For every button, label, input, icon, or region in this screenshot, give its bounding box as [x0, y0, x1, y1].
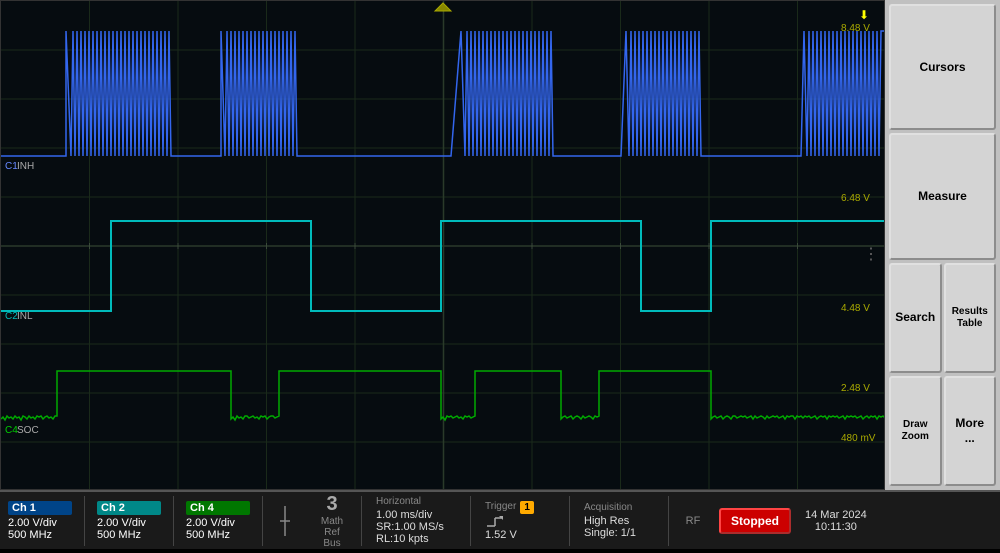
- horizontal-title: Horizontal: [376, 496, 456, 507]
- divider-4: [361, 496, 362, 546]
- svg-text:INH: INH: [17, 161, 34, 172]
- ch4-volts: 2.00 V/div: [186, 517, 250, 529]
- svg-text:480 mV: 480 mV: [841, 433, 876, 444]
- acquisition-section: Acquisition High Res Single: 1/1: [574, 500, 664, 541]
- more-button[interactable]: More ...: [944, 376, 997, 486]
- time-div: 1.00 ms/div: [376, 509, 456, 521]
- svg-text:4.48 V: 4.48 V: [841, 303, 870, 314]
- svg-text:2.48 V: 2.48 V: [841, 383, 870, 394]
- divider-2: [173, 496, 174, 546]
- svg-text:⋮: ⋮: [863, 246, 879, 263]
- ch1-indicator: Ch 1 2.00 V/div 500 MHz: [0, 497, 80, 545]
- ch4-indicator: Ch 4 2.00 V/div 500 MHz: [178, 497, 258, 545]
- ch1-label: Ch 1: [8, 501, 72, 515]
- right-panel: Cursors Measure Search ResultsTable Draw…: [885, 0, 1000, 490]
- draw-zoom-button[interactable]: DrawZoom: [889, 376, 942, 486]
- measure-button[interactable]: Measure: [889, 133, 996, 259]
- bus-label: Bus: [323, 538, 340, 549]
- divider-3: [262, 496, 263, 546]
- acquisition-mode: High Res: [584, 515, 654, 527]
- divider-5: [470, 496, 471, 546]
- scope-display: C1 INH C2 INL C4 SOC 8.48 V 6.48 V 4.48 …: [0, 0, 885, 490]
- search-button[interactable]: Search: [889, 263, 942, 373]
- math-label: Math: [321, 516, 343, 527]
- datetime-box: 14 Mar 2024 10:11:30: [797, 507, 875, 535]
- ch2-label: Ch 2: [97, 501, 161, 515]
- svg-text:INL: INL: [17, 311, 33, 322]
- acquisition-title: Acquisition: [584, 502, 654, 513]
- trigger-section: Trigger 1 1.52 V: [475, 499, 565, 543]
- record-length: RL:10 kpts: [376, 533, 456, 545]
- ch1-volts: 2.00 V/div: [8, 517, 72, 529]
- ch1-sample-rate: 500 MHz: [8, 529, 72, 541]
- ch2-sample-rate: 500 MHz: [97, 529, 161, 541]
- cursors-button[interactable]: Cursors: [889, 4, 996, 130]
- ref-label: Ref: [324, 527, 340, 538]
- horizontal-section: Horizontal 1.00 ms/div SR:1.00 MS/s RL:1…: [366, 494, 466, 547]
- ch4-sample-rate: 500 MHz: [186, 529, 250, 541]
- bottom-bar: Ch 1 2.00 V/div 500 MHz Ch 2 2.00 V/div …: [0, 490, 1000, 549]
- svg-text:6.48 V: 6.48 V: [841, 193, 870, 204]
- number-3: 3: [326, 493, 337, 516]
- rf-label: RF: [686, 515, 701, 527]
- stopped-button[interactable]: Stopped: [719, 508, 791, 534]
- sample-rate: SR:1.00 MS/s: [376, 521, 456, 533]
- math-ref-bus: 3 Math Ref Bus: [307, 489, 357, 553]
- divider-6: [569, 496, 570, 546]
- svg-text:⬇: ⬇: [859, 8, 869, 22]
- acquisition-type: Single: 1/1: [584, 527, 654, 539]
- trigger-voltage: 1.52 V: [485, 529, 555, 541]
- ch4-label: Ch 4: [186, 501, 250, 515]
- trigger-channel: 1: [520, 501, 534, 514]
- results-table-button[interactable]: ResultsTable: [944, 263, 997, 373]
- ch2-volts: 2.00 V/div: [97, 517, 161, 529]
- ch2-indicator: Ch 2 2.00 V/div 500 MHz: [89, 497, 169, 545]
- date-label: 14 Mar 2024: [805, 509, 867, 521]
- svg-text:SOC: SOC: [17, 425, 39, 436]
- time-label: 10:11:30: [815, 521, 857, 533]
- trigger-title: Trigger: [485, 501, 516, 512]
- svg-text:8.48 V: 8.48 V: [841, 23, 870, 34]
- rf-section: RF: [673, 513, 713, 529]
- divider-7: [668, 496, 669, 546]
- divider-1: [84, 496, 85, 546]
